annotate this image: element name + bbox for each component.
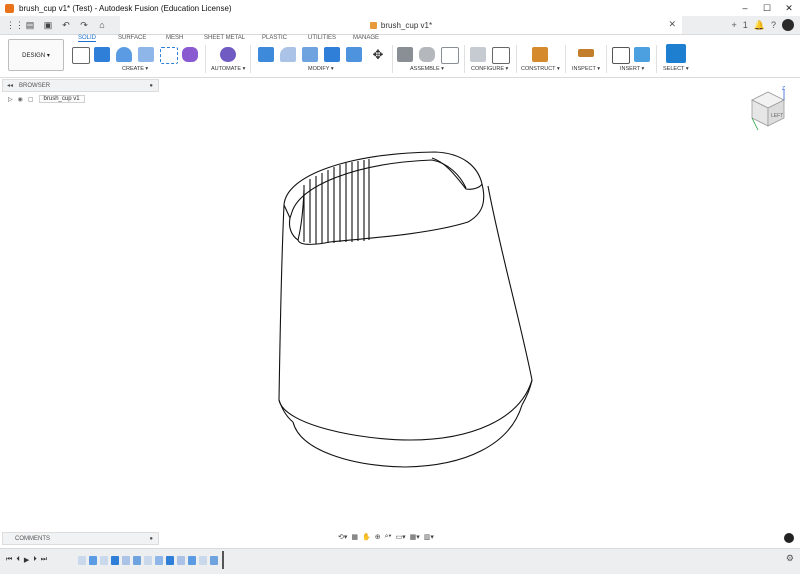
timeline-prev-icon[interactable]: ⏴ [16, 556, 20, 564]
navigation-bar: ⟲▾ ▦ ✋ ⊕ ⌕▾ ▭▾ ▦▾ ▥▾ [338, 531, 434, 543]
orbit-icon[interactable]: ⟲▾ [338, 533, 347, 541]
timeline-chamfer-icon[interactable] [210, 556, 218, 565]
grid-settings-icon[interactable]: ▦▾ [410, 533, 420, 541]
timeline-pattern-icon[interactable] [155, 556, 163, 565]
timeline-extrude-icon[interactable] [111, 556, 119, 565]
display-settings-icon[interactable]: ▭▾ [395, 533, 405, 541]
look-at-icon[interactable]: ▦ [351, 533, 358, 541]
view-cube-face-label: LEFT [771, 113, 783, 119]
timeline-fillet-icon[interactable] [177, 556, 185, 565]
model-viewport[interactable] [0, 0, 800, 573]
comments-panel-header[interactable]: COMMENTS ● [2, 532, 159, 545]
timeline-controls: ⏮ ⏴ ▶ ⏵ ⏭ [6, 556, 47, 564]
timeline-sketch-icon[interactable] [78, 556, 86, 565]
timeline-combine-icon[interactable] [188, 556, 196, 565]
timeline-sketch-icon[interactable] [199, 556, 207, 565]
pan-icon[interactable]: ✋ [362, 533, 371, 541]
timeline-revolve-icon[interactable] [89, 556, 97, 565]
viewports-icon[interactable]: ▥▾ [424, 533, 434, 541]
timeline-fillet-icon[interactable] [122, 556, 130, 565]
comments-title: COMMENTS [15, 535, 50, 542]
assistant-icon[interactable] [784, 533, 794, 543]
fit-icon[interactable]: ⌕▾ [385, 533, 392, 541]
timeline-marker[interactable] [222, 551, 224, 569]
view-cube[interactable]: LEFT Z [744, 84, 794, 136]
timeline-sketch-icon[interactable] [100, 556, 108, 565]
comments-pin-icon[interactable]: ● [149, 536, 153, 542]
timeline-next-icon[interactable]: ⏵ [33, 556, 37, 564]
timeline-shell-icon[interactable] [133, 556, 141, 565]
timeline-sketch-icon[interactable] [144, 556, 152, 565]
timeline-last-icon[interactable]: ⏭ [41, 556, 47, 564]
timeline-settings-gear-icon[interactable]: ⚙ [786, 553, 794, 564]
timeline-extrude-icon[interactable] [166, 556, 174, 565]
zoom-icon[interactable]: ⊕ [375, 533, 381, 541]
brush-cup-model [278, 151, 533, 468]
z-axis-label: Z [782, 86, 785, 92]
timeline-bar: ⏮ ⏴ ▶ ⏵ ⏭ [0, 548, 800, 574]
timeline-first-icon[interactable]: ⏮ [6, 556, 12, 564]
timeline-play-icon[interactable]: ▶ [24, 556, 29, 564]
